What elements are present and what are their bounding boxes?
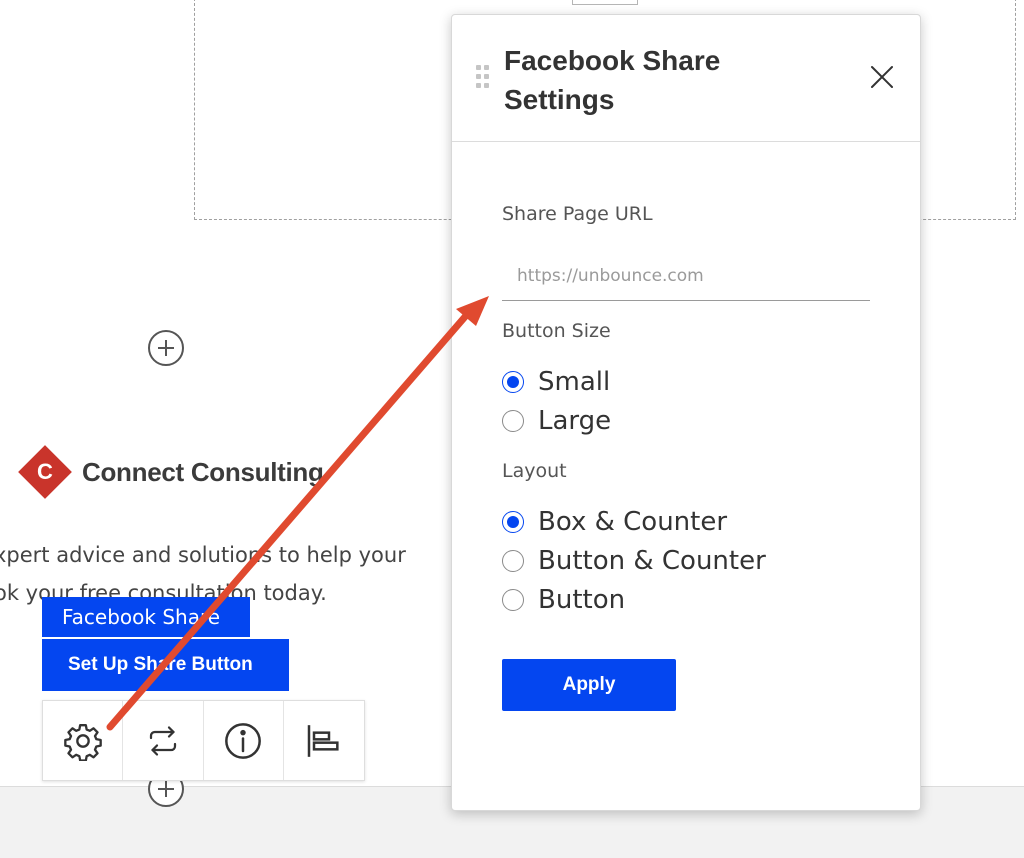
size-option-large[interactable]: Large: [502, 404, 611, 438]
drag-handle-icon[interactable]: [476, 65, 490, 89]
element-type-tag: Facebook Share: [42, 597, 250, 637]
settings-gear-icon: [63, 723, 102, 761]
layout-option-box-counter[interactable]: Box & Counter: [502, 505, 727, 539]
info-button[interactable]: [204, 701, 284, 780]
share-url-label: Share Page URL: [502, 203, 653, 225]
add-element-plus-icon[interactable]: [148, 330, 184, 366]
radio-unchecked-icon[interactable]: [502, 410, 524, 432]
share-url-input[interactable]: [502, 251, 870, 301]
element-toolbar: [42, 700, 365, 781]
layout-label: Layout: [502, 460, 567, 482]
radio-unchecked-icon[interactable]: [502, 589, 524, 611]
size-option-small[interactable]: Small: [502, 365, 610, 399]
settings-button[interactable]: [43, 701, 124, 780]
info-icon: [225, 722, 262, 759]
panel-header: Facebook Share Settings: [452, 15, 920, 142]
facebook-share-settings-panel: Facebook Share Settings Share Page URL B…: [451, 14, 921, 811]
apply-button[interactable]: Apply: [502, 659, 676, 711]
swap-button[interactable]: [123, 701, 204, 780]
radio-label: Button & Counter: [538, 546, 766, 576]
resize-handle[interactable]: [572, 0, 638, 5]
panel-title: Facebook Share Settings: [504, 45, 721, 115]
layout-option-button-counter[interactable]: Button & Counter: [502, 544, 766, 578]
radio-checked-icon[interactable]: [502, 371, 524, 393]
logo-letter: C: [37, 459, 53, 484]
radio-label: Large: [538, 406, 612, 436]
radio-checked-icon[interactable]: [502, 511, 524, 533]
button-size-label: Button Size: [502, 320, 611, 342]
radio-label: Box & Counter: [538, 507, 728, 537]
radio-label: Small: [538, 367, 611, 397]
close-button[interactable]: [870, 65, 894, 89]
swap-icon: [149, 725, 176, 756]
radio-label: Button: [538, 585, 626, 615]
radio-unchecked-icon[interactable]: [502, 550, 524, 572]
layout-option-button[interactable]: Button: [502, 583, 625, 617]
align-left-icon: [307, 724, 339, 757]
brand-name: Connect Consulting: [82, 456, 324, 487]
close-icon: [871, 66, 893, 88]
body-text-line: xpert advice and solutions to help your: [0, 543, 406, 567]
logo-diamond-icon: C: [18, 445, 72, 499]
brand-logo: C Connect Consulting: [18, 445, 324, 499]
align-button[interactable]: [284, 701, 364, 780]
set-up-share-button[interactable]: Set Up Share Button: [42, 639, 289, 691]
